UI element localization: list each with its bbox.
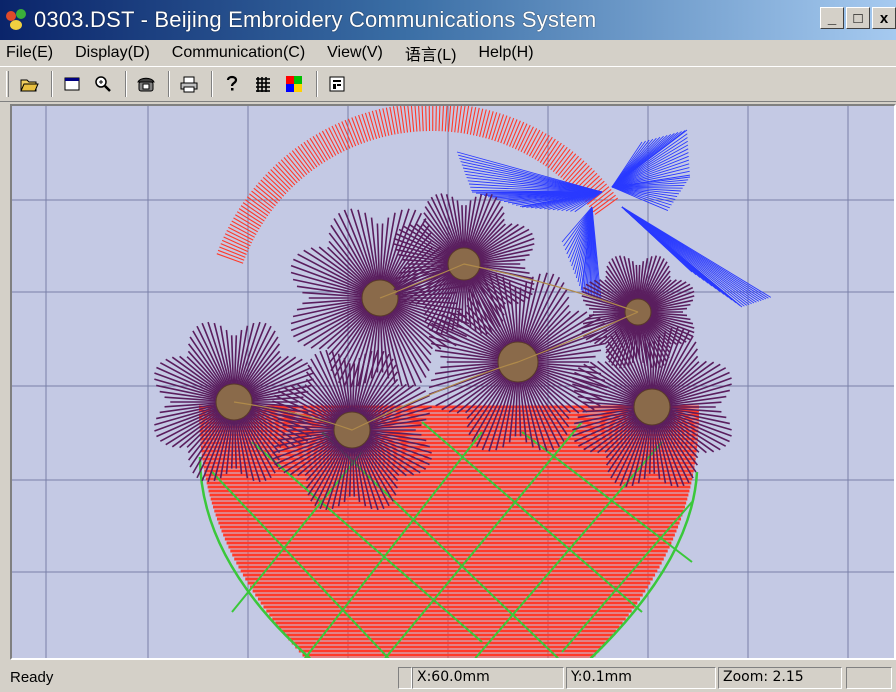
status-y-coordinate: Y:0.1mm — [566, 667, 716, 689]
design-canvas[interactable] — [10, 104, 896, 660]
toolbar-separator — [211, 71, 213, 97]
status-bar: Ready X:60.0mm Y:0.1mm Zoom: 2.15 — [0, 664, 896, 692]
status-x-coordinate: X:60.0mm — [412, 667, 564, 689]
toolbar-separator — [168, 71, 170, 97]
application-window: 0303.DST - Beijing Embroidery Communicat… — [0, 0, 896, 692]
minimize-button[interactable]: _ — [820, 7, 844, 29]
new-window-icon[interactable] — [58, 70, 86, 98]
menu-view[interactable]: View(V) — [327, 44, 383, 62]
title-bar[interactable]: 0303.DST - Beijing Embroidery Communicat… — [0, 0, 896, 40]
properties-icon[interactable] — [323, 70, 351, 98]
embroidery-app-icon[interactable] — [4, 7, 30, 33]
zoom-icon[interactable] — [89, 70, 117, 98]
open-folder-icon[interactable] — [15, 70, 43, 98]
print-icon[interactable] — [175, 70, 203, 98]
menu-help[interactable]: Help(H) — [478, 44, 533, 62]
maximize-button[interactable]: □ — [846, 7, 870, 29]
menu-bar: File(E) Display(D) Communication(C) View… — [0, 40, 896, 66]
menu-language[interactable]: 语言(L) — [405, 41, 457, 65]
help-icon[interactable] — [218, 70, 246, 98]
telephone-icon[interactable] — [132, 70, 160, 98]
menu-communication[interactable]: Communication(C) — [172, 44, 305, 62]
toolbar-grip[interactable] — [6, 71, 9, 97]
window-controls: _ □ x — [818, 7, 896, 29]
grid-icon[interactable] — [249, 70, 277, 98]
menu-display[interactable]: Display(D) — [75, 44, 150, 62]
status-pane-blank — [398, 667, 412, 689]
window-title: 0303.DST - Beijing Embroidery Communicat… — [34, 7, 597, 32]
embroidery-design — [12, 106, 894, 658]
status-resize-grip[interactable] — [846, 667, 892, 689]
menu-file[interactable]: File(E) — [6, 44, 53, 62]
close-button[interactable]: x — [872, 7, 896, 29]
toolbar — [0, 66, 896, 102]
toolbar-separator — [125, 71, 127, 97]
toolbar-separator — [316, 71, 318, 97]
color-palette-icon[interactable] — [280, 70, 308, 98]
toolbar-separator — [51, 71, 53, 97]
status-zoom: Zoom: 2.15 — [718, 667, 842, 689]
status-text: Ready — [10, 669, 54, 686]
